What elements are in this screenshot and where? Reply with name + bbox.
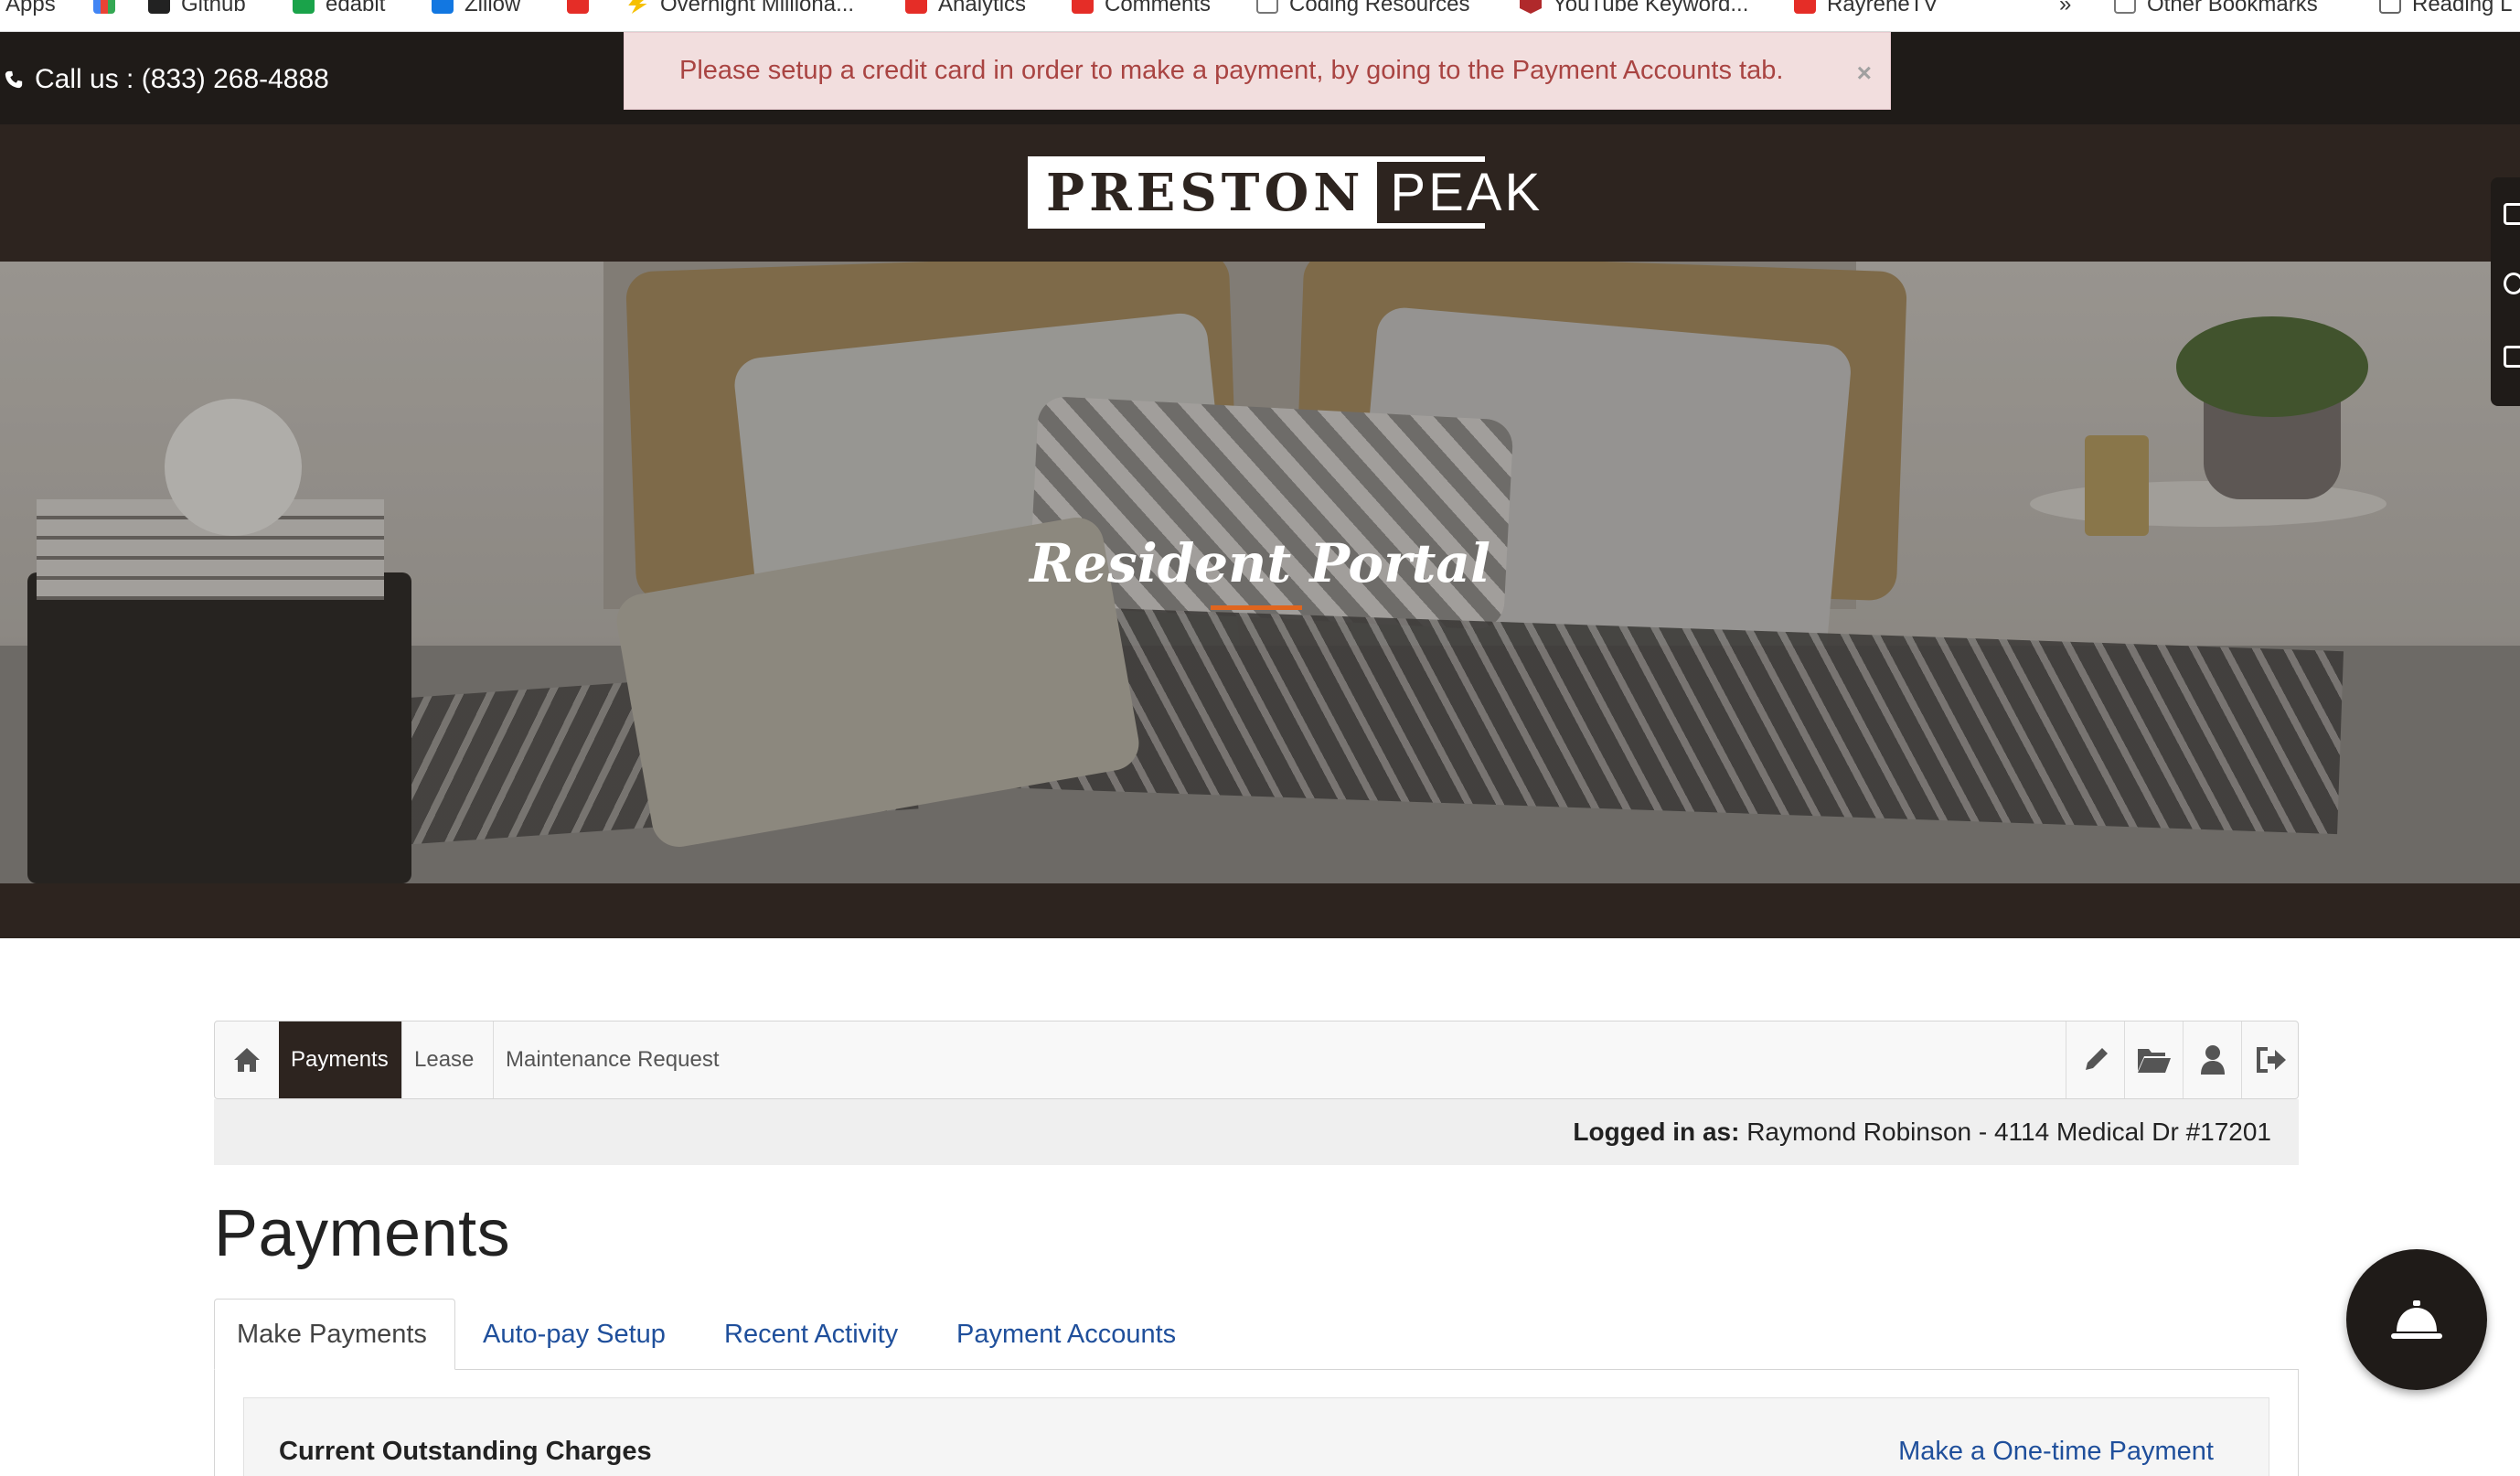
bookmark-rayrenetv[interactable]: RayreneTV	[1794, 0, 1938, 20]
tab-recent-activity[interactable]: Recent Activity	[724, 1299, 898, 1370]
portal-nav: Payments Lease Maintenance Request	[214, 1021, 2299, 1099]
hero-bottom-band	[0, 883, 2520, 938]
gmail-icon	[93, 0, 115, 14]
logout-button[interactable]	[2241, 1021, 2300, 1098]
bookmark-label: Apps	[5, 0, 56, 16]
bookmark-label: edabit	[326, 0, 386, 16]
tab-label: Auto-pay Setup	[483, 1319, 666, 1349]
concierge-bell-button[interactable]	[2346, 1249, 2487, 1390]
bookmark-label: YouTube Keyword...	[1553, 0, 1749, 16]
bookmark-overnight[interactable]: Overnight Milliona...	[627, 0, 854, 20]
documents-button[interactable]	[2124, 1021, 2183, 1098]
site-logo[interactable]: PRESTON PEAK	[1028, 156, 1556, 229]
bookmark-other[interactable]: Other Bookmarks	[2114, 0, 2318, 20]
bookmark-label: Zillow	[464, 0, 521, 16]
phone-icon[interactable]	[2504, 203, 2520, 225]
overflow-chevron: »	[2059, 0, 2072, 16]
edit-profile-button[interactable]	[2066, 1021, 2124, 1098]
hero-title: Resident Portal	[1029, 532, 1491, 594]
logged-in-user: Raymond Robinson - 4114 Medical Dr #1720…	[1746, 1118, 2271, 1146]
credit-card-alert: Please setup a credit card in order to m…	[624, 32, 1891, 110]
one-time-payment-link[interactable]: Make a One-time Payment	[1898, 1437, 2214, 1467]
home-icon	[234, 1048, 260, 1072]
bookmark-coding-resources[interactable]: Coding Resources	[1256, 0, 1469, 20]
tab-payment-accounts[interactable]: Payment Accounts	[956, 1299, 1176, 1370]
zillow-icon	[432, 0, 454, 14]
nav-action-icons	[2066, 1021, 2300, 1098]
edabit-icon	[293, 0, 315, 14]
bookmark-comments[interactable]: Comments	[1072, 0, 1211, 20]
bookmark-label: Analytics	[938, 0, 1027, 16]
hero-banner: Resident Portal	[0, 262, 2520, 883]
bookmark-label: Other Bookmarks	[2147, 0, 2318, 16]
bookmark-zillow[interactable]: Zillow	[432, 0, 520, 20]
logout-icon	[2256, 1047, 2286, 1073]
logo-text-preston: PRESTON	[1046, 162, 1365, 223]
bookmark-label: Reading L	[2412, 0, 2513, 16]
payments-tabs: Make Payments Auto-pay Setup Recent Acti…	[214, 1299, 2299, 1370]
outstanding-charges-panel: Current Outstanding Charges Make a One-t…	[243, 1397, 2269, 1476]
nav-item-label: Lease	[414, 1047, 475, 1072]
bookmark-apps[interactable]: Apps	[5, 0, 56, 20]
folder-icon	[2114, 0, 2136, 14]
service-bell-icon	[2391, 1300, 2442, 1339]
bookmark-label: RayreneTV	[1827, 0, 1938, 16]
page-title: Payments	[214, 1197, 511, 1270]
phone-icon	[5, 70, 23, 89]
bookmark-gmail[interactable]	[93, 0, 126, 20]
alert-message: Please setup a credit card in order to m…	[679, 56, 1784, 85]
reading-list-icon	[2379, 0, 2401, 14]
logo-text-peak: PEAK	[1377, 162, 1556, 223]
pencil-icon	[2085, 1048, 2108, 1070]
chat-icon[interactable]	[2504, 273, 2520, 294]
bookmark-label: Comments	[1105, 0, 1212, 16]
bookmark-analytics[interactable]: Analytics	[905, 0, 1026, 20]
bookmark-edabit[interactable]: edabit	[293, 0, 385, 20]
account-button[interactable]	[2183, 1021, 2241, 1098]
folder-open-icon	[2137, 1049, 2171, 1073]
bookmarks-bar: Apps Github edabit Zillow Overnight Mill…	[0, 0, 2520, 32]
phone-text: Call us : (833) 268-4888	[35, 64, 329, 94]
nav-item-lease[interactable]: Lease	[401, 1021, 493, 1098]
youtube-icon	[1794, 0, 1816, 14]
bookmark-red-icon	[1520, 0, 1542, 14]
tab-make-payments[interactable]: Make Payments	[214, 1299, 455, 1370]
folder-icon	[1256, 0, 1278, 14]
mail-icon[interactable]	[2504, 346, 2520, 368]
nav-item-maintenance-request[interactable]: Maintenance Request	[493, 1021, 740, 1098]
home-button[interactable]	[215, 1021, 279, 1098]
tab-auto-pay-setup[interactable]: Auto-pay Setup	[483, 1299, 666, 1370]
bookmark-github[interactable]: Github	[148, 0, 246, 20]
bookmark-label: Overnight Milliona...	[660, 0, 855, 16]
panel-title: Current Outstanding Charges	[279, 1437, 652, 1466]
youtube-icon	[905, 0, 927, 14]
alert-close-button[interactable]: ×	[1857, 59, 1872, 88]
bookmark-youtube-keyword[interactable]: YouTube Keyword...	[1520, 0, 1748, 20]
tab-label: Make Payments	[237, 1319, 427, 1349]
bookmark-label: Coding Resources	[1289, 0, 1470, 16]
hero-title-underline	[1211, 605, 1302, 610]
nav-item-label: Payments	[291, 1047, 389, 1072]
tab-label: Payment Accounts	[956, 1319, 1177, 1349]
tab-label: Recent Activity	[724, 1319, 899, 1349]
bookmark-reading-list[interactable]: Reading L	[2379, 0, 2512, 20]
youtube-icon	[1072, 0, 1094, 14]
logged-in-label: Logged in as:	[1573, 1118, 1740, 1146]
bookmark-label: Github	[181, 0, 246, 16]
bolt-icon	[628, 0, 649, 14]
logged-in-info: Logged in as: Raymond Robinson - 4114 Me…	[1573, 1118, 2271, 1147]
nav-item-payments[interactable]: Payments	[279, 1021, 401, 1098]
nav-item-label: Maintenance Request	[506, 1047, 720, 1072]
logged-in-bar: Logged in as: Raymond Robinson - 4114 Me…	[214, 1099, 2299, 1165]
bookmark-youtube[interactable]	[567, 0, 600, 20]
user-icon	[2200, 1045, 2225, 1075]
side-contact-tabs[interactable]	[2491, 177, 2520, 406]
github-icon	[148, 0, 170, 14]
phone-contact[interactable]: Call us : (833) 268-4888	[4, 64, 329, 95]
youtube-icon	[567, 0, 589, 14]
bookmarks-overflow[interactable]: »	[2059, 0, 2071, 20]
